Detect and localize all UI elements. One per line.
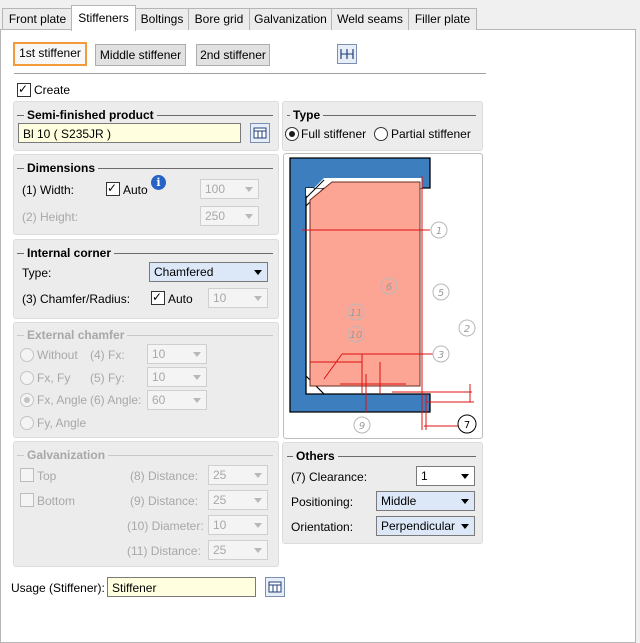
clearance-combo[interactable]: 1 (416, 466, 475, 486)
dimensions-title: Dimensions (24, 161, 99, 175)
fxfy-label: Fx, Fy (37, 371, 71, 385)
chamfer-radius-label: (3) Chamfer/Radius: (22, 292, 131, 306)
width-auto-label: Auto (123, 183, 148, 197)
distance-11-label: (11) Distance: (127, 544, 201, 558)
distance-9-combo[interactable]: 25 (208, 490, 268, 510)
chamfer-auto-checkbox[interactable]: ✓ (151, 290, 165, 305)
diagram-label-1: 1 (436, 226, 442, 237)
catalog-button[interactable] (250, 123, 270, 143)
preview-diagram: 1 2 3 5 6 7 9 10 11 (289, 157, 477, 434)
fxfy-radio[interactable] (20, 371, 34, 385)
corner-type-label: Type: (22, 266, 52, 280)
usage-label: Usage (Stiffener): (11, 581, 105, 595)
galvanization-title: Galvanization (24, 448, 109, 462)
diagram-label-11: 11 (350, 308, 363, 319)
catalog-icon (268, 581, 282, 593)
corner-type-combo[interactable]: Chamfered (149, 262, 268, 282)
create-checkbox[interactable]: ✓ (17, 82, 31, 97)
top-checkbox[interactable] (20, 468, 34, 482)
semi-finished-title: Semi-finished product (24, 108, 157, 122)
second-stiffener-button[interactable]: 2nd stiffener (196, 44, 270, 66)
usage-catalog-button[interactable] (265, 577, 285, 597)
tab-filler-plate[interactable]: Filler plate (408, 8, 477, 30)
tab-weld-seams[interactable]: Weld seams (331, 8, 409, 30)
catalog-icon (253, 127, 267, 139)
clearance-label: (7) Clearance: (291, 470, 368, 484)
tab-stiffeners[interactable]: Stiffeners (71, 5, 136, 31)
height-label: (2) Height: (22, 210, 79, 224)
diagram-label-6: 6 (386, 282, 392, 293)
fx-combo[interactable]: 10 (147, 344, 207, 364)
middle-stiffener-button[interactable]: Middle stiffener (95, 44, 186, 66)
height-combo[interactable]: 250 (200, 206, 259, 226)
diagram-label-2: 2 (464, 324, 470, 335)
type-title: Type (290, 108, 324, 122)
fyangle-label: Fy, Angle (37, 416, 87, 430)
info-icon[interactable]: i (151, 175, 166, 190)
fxangle-label: Fx, Angle (37, 393, 88, 407)
diagram-label-10: 10 (350, 330, 363, 341)
diagram-label-7: 7 (464, 420, 470, 431)
fyangle-radio[interactable] (20, 416, 34, 430)
partial-stiffener-radio[interactable] (374, 127, 388, 141)
tab-boltings[interactable]: Boltings (135, 8, 189, 30)
bottom-checkbox[interactable] (20, 493, 34, 507)
external-chamfer-title: External chamfer (24, 328, 128, 342)
fx-label: (4) Fx: (90, 348, 125, 362)
chamfer-auto-label: Auto (168, 292, 193, 306)
diagram-label-3: 3 (438, 350, 444, 361)
orientation-combo[interactable]: Perpendicular (376, 516, 475, 536)
distance-8-label: (8) Distance: (130, 469, 199, 483)
full-stiffener-label: Full stiffener (301, 127, 367, 141)
positioning-combo[interactable]: Middle (376, 491, 475, 511)
angle-combo[interactable]: 60 (147, 390, 207, 410)
diagram-label-9: 9 (359, 421, 365, 432)
angle-label: (6) Angle: (90, 393, 142, 407)
distance-11-combo[interactable]: 25 (208, 540, 268, 560)
width-combo[interactable]: 100 (200, 179, 259, 199)
diameter-10-combo[interactable]: 10 (208, 515, 268, 535)
internal-corner-title: Internal corner (24, 246, 115, 260)
bottom-label: Bottom (37, 494, 76, 508)
diagram-label-5: 5 (438, 288, 444, 299)
distance-9-label: (9) Distance: (130, 494, 199, 508)
tab-galvanization[interactable]: Galvanization (249, 8, 332, 30)
stiffener-preview: 1 2 3 5 6 7 9 10 11 (283, 153, 483, 439)
without-radio[interactable] (20, 348, 34, 362)
others-title: Others (293, 449, 338, 463)
diameter-10-label: (10) Diameter: (127, 519, 204, 533)
create-label: Create (34, 83, 71, 97)
orientation-label: Orientation: (291, 520, 354, 534)
width-label: (1) Width: (22, 183, 75, 197)
distribute-stiffeners-button[interactable] (337, 44, 357, 64)
positioning-label: Positioning: (291, 495, 354, 509)
chamfer-combo[interactable]: 10 (208, 288, 268, 308)
separator (14, 73, 486, 74)
without-label: Without (37, 348, 78, 362)
usage-input[interactable]: Stiffener (107, 577, 256, 597)
distance-8-combo[interactable]: 25 (208, 465, 268, 485)
semi-finished-input[interactable]: Bl 10 ( S235JR ) (18, 123, 241, 143)
fy-combo[interactable]: 10 (147, 367, 207, 387)
width-auto-checkbox[interactable]: ✓ (106, 181, 120, 196)
fy-label: (5) Fy: (90, 371, 125, 385)
full-stiffener-radio[interactable] (285, 127, 299, 141)
fxangle-radio[interactable] (20, 393, 34, 407)
distribute-icon (340, 49, 354, 59)
top-label: Top (37, 469, 57, 483)
partial-stiffener-label: Partial stiffener (391, 127, 471, 141)
tab-bore-grid[interactable]: Bore grid (188, 8, 250, 30)
first-stiffener-button[interactable]: 1st stiffener (13, 42, 87, 66)
tab-front-plate[interactable]: Front plate (2, 8, 73, 30)
